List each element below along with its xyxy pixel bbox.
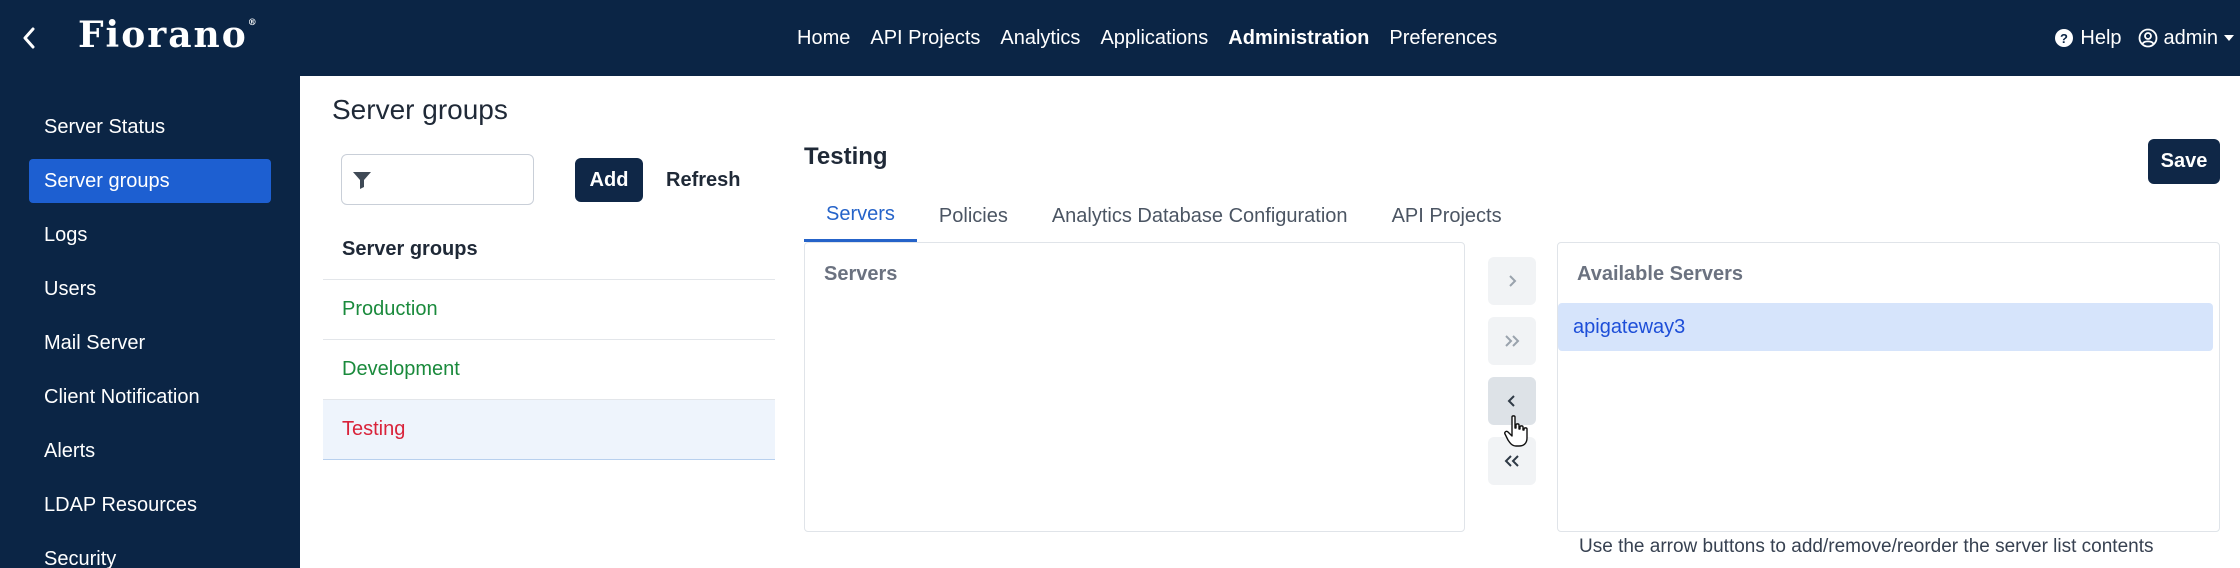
servers-panel[interactable]: Servers	[804, 242, 1465, 532]
sidebar-item-server-groups[interactable]: Server groups	[29, 159, 271, 203]
user-menu[interactable]: admin	[2138, 27, 2234, 50]
svg-text:?: ?	[2060, 31, 2068, 46]
sidebar: Server Status Server groups Logs Users M…	[0, 76, 300, 568]
nav-applications[interactable]: Applications	[1100, 27, 1208, 50]
double-chevron-left-icon	[1504, 455, 1519, 467]
page-title: Server groups	[332, 94, 508, 125]
nav-home[interactable]: Home	[797, 27, 850, 50]
save-button[interactable]: Save	[2148, 139, 2220, 184]
move-all-left-button[interactable]	[1488, 437, 1536, 485]
group-list-header: Server groups	[323, 220, 775, 280]
help-label: Help	[2080, 26, 2122, 49]
refresh-button[interactable]: Refresh	[656, 158, 750, 202]
filter-input-box[interactable]	[341, 154, 534, 205]
user-label: admin	[2163, 26, 2218, 49]
main-nav: Home API Projects Analytics Applications…	[797, 0, 1517, 76]
fiorano-logo: Fiorano®	[78, 14, 259, 56]
add-button[interactable]: Add	[575, 158, 643, 202]
tab-api-projects[interactable]: API Projects	[1370, 190, 1524, 242]
available-server-item[interactable]: apigateway3	[1558, 303, 2213, 351]
move-left-button[interactable]	[1488, 377, 1536, 425]
sidebar-item-ldap-resources[interactable]: LDAP Resources	[29, 483, 271, 527]
sidebar-item-mail-server[interactable]: Mail Server	[29, 321, 271, 365]
nav-preferences[interactable]: Preferences	[1389, 27, 1497, 50]
move-all-right-button[interactable]	[1488, 317, 1536, 365]
sidebar-item-client-notification[interactable]: Client Notification	[29, 375, 271, 419]
sidebar-item-alerts[interactable]: Alerts	[29, 429, 271, 473]
double-chevron-right-icon	[1505, 335, 1520, 347]
tab-servers[interactable]: Servers	[804, 190, 917, 242]
group-item-production[interactable]: Production	[323, 280, 775, 340]
help-circle-icon: ?	[2055, 29, 2074, 47]
filter-icon	[353, 171, 371, 189]
group-item-testing[interactable]: Testing	[323, 400, 775, 460]
group-item-development[interactable]: Development	[323, 340, 775, 400]
transfer-hint-text: Use the arrow buttons to add/remove/reor…	[1579, 536, 2154, 557]
filter-input[interactable]	[380, 169, 520, 190]
nav-api-projects[interactable]: API Projects	[870, 27, 980, 50]
caret-down-icon	[2224, 35, 2234, 41]
available-servers-panel[interactable]: Available Servers apigateway3	[1557, 242, 2220, 532]
back-button[interactable]	[14, 22, 44, 54]
detail-title: Testing	[804, 143, 888, 170]
chevron-left-icon	[1507, 395, 1515, 407]
top-navbar: Fiorano® Home API Projects Analytics App…	[0, 0, 2240, 76]
detail-tabs: Servers Policies Analytics Database Conf…	[804, 190, 1524, 242]
chevron-right-icon	[1509, 275, 1517, 287]
top-right-menu: ? Help admin	[2054, 0, 2234, 76]
help-link[interactable]: ? Help	[2054, 26, 2122, 50]
nav-analytics[interactable]: Analytics	[1000, 27, 1080, 50]
tab-policies[interactable]: Policies	[917, 190, 1030, 242]
tab-analytics-db-config[interactable]: Analytics Database Configuration	[1030, 190, 1370, 242]
user-circle-icon	[2138, 28, 2157, 48]
sidebar-item-logs[interactable]: Logs	[29, 213, 271, 257]
sidebar-item-users[interactable]: Users	[29, 267, 271, 311]
move-right-button[interactable]	[1488, 257, 1536, 305]
chevron-left-icon	[23, 27, 35, 49]
available-servers-header: Available Servers	[1577, 263, 1744, 285]
sidebar-item-security[interactable]: Security	[29, 537, 271, 568]
nav-administration[interactable]: Administration	[1228, 27, 1369, 50]
sidebar-item-server-status[interactable]: Server Status	[29, 105, 271, 149]
server-group-list: Server groups Production Development Tes…	[323, 220, 775, 460]
servers-panel-header: Servers	[824, 263, 898, 285]
